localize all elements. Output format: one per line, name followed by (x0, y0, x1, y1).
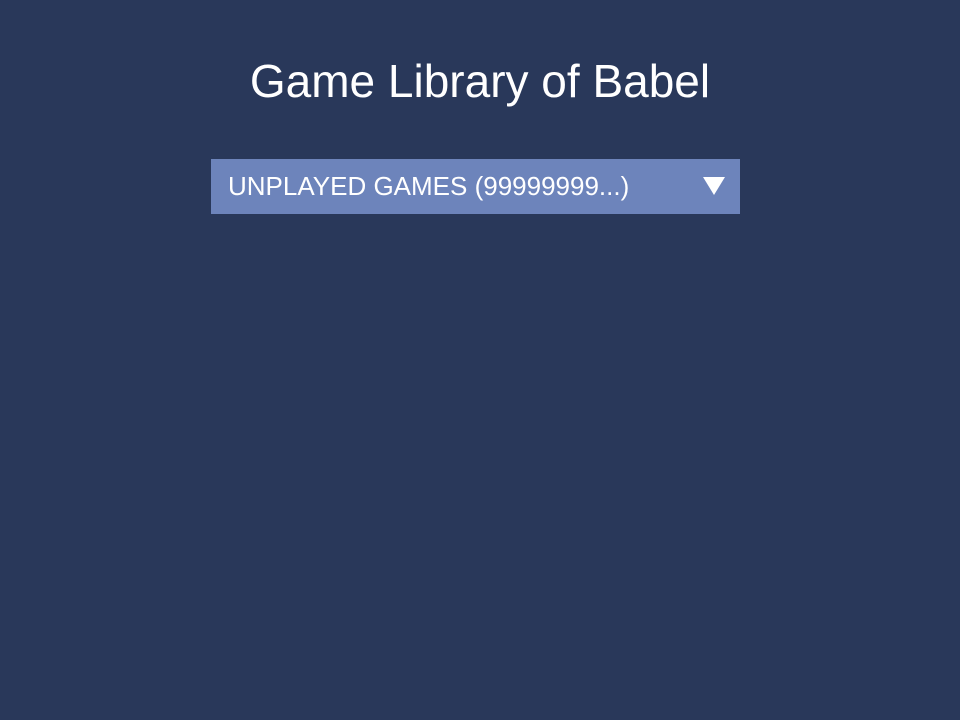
game-library-screen: Game Library of Babel UNPLAYED GAMES (99… (0, 0, 960, 720)
page-title: Game Library of Babel (249, 55, 711, 107)
games-filter-dropdown[interactable]: UNPLAYED GAMES (99999999...) (211, 159, 740, 214)
chevron-down-icon[interactable] (703, 177, 725, 195)
dropdown-selected-label: UNPLAYED GAMES (99999999...) (228, 171, 630, 201)
